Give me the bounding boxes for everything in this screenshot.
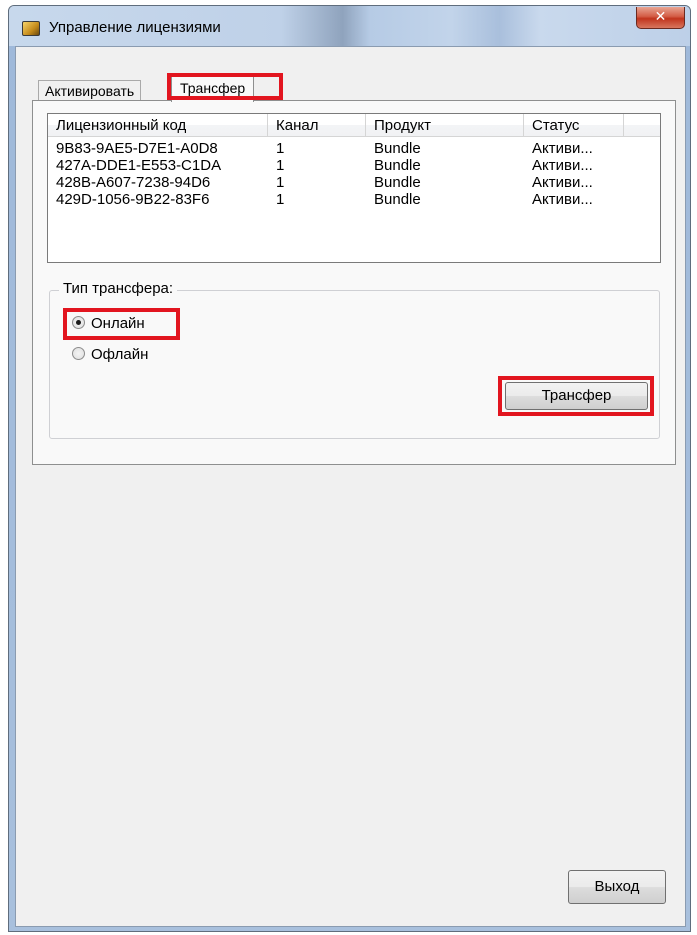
status-cell: Активи... — [532, 174, 593, 191]
transfer-tab-panel: Лицензионный код Канал Продукт Статус 9B… — [32, 100, 676, 465]
product-cell: Bundle — [374, 140, 421, 157]
close-button[interactable]: ✕ — [636, 7, 685, 29]
license-list[interactable]: Лицензионный код Канал Продукт Статус 9B… — [47, 113, 661, 263]
list-header: Лицензионный код Канал Продукт Статус — [48, 114, 660, 138]
radio-offline-label: Офлайн — [91, 346, 149, 363]
column-header-filler — [624, 114, 660, 137]
transfer-button[interactable]: Трансфер — [505, 382, 648, 410]
exit-button[interactable]: Выход — [568, 870, 666, 904]
license-code-cell: 427A-DDE1-E553-C1DA — [56, 157, 222, 174]
status-cell: Активи... — [532, 140, 593, 157]
license-code-cell: 429D-1056-9B22-83F6 — [56, 191, 210, 208]
radio-offline[interactable]: Офлайн — [72, 346, 148, 366]
column-header-product[interactable]: Продукт — [366, 114, 524, 137]
radio-online[interactable]: Онлайн — [72, 315, 145, 335]
transfer-type-label: Тип трансфера: — [59, 280, 178, 297]
channel-cell: 1 — [276, 174, 285, 191]
table-row[interactable]: 429D-1056-9B22-83F6 1 Bundle Активи... — [48, 191, 660, 208]
channel-cell: 1 — [276, 191, 285, 208]
status-cell: Активи... — [532, 191, 593, 208]
product-cell: Bundle — [374, 191, 421, 208]
app-icon — [22, 21, 40, 36]
license-management-window: Управление лицензиями ✕ Активировать Тра… — [8, 5, 691, 932]
list-rows: 9B83-9AE5-D7E1-A0D8 1 Bundle Активи... 4… — [48, 140, 660, 208]
table-row[interactable]: 9B83-9AE5-D7E1-A0D8 1 Bundle Активи... — [48, 140, 660, 157]
status-cell: Активи... — [532, 157, 593, 174]
column-header-status[interactable]: Статус — [524, 114, 624, 137]
radio-online-indicator[interactable] — [72, 315, 85, 329]
tab-strip: Активировать Трансфер — [16, 47, 685, 107]
window-client-area: Активировать Трансфер Лицензионный код К… — [15, 46, 686, 927]
product-cell: Bundle — [374, 157, 421, 174]
column-header-channel[interactable]: Канал — [268, 114, 366, 137]
column-header-license-code[interactable]: Лицензионный код — [48, 114, 268, 137]
radio-online-label: Онлайн — [91, 315, 145, 332]
table-row[interactable]: 428B-A607-7238-94D6 1 Bundle Активи... — [48, 174, 660, 191]
window-title: Управление лицензиями — [49, 19, 221, 36]
title-bar[interactable]: Управление лицензиями ✕ — [9, 6, 690, 46]
tab-activate[interactable]: Активировать — [38, 80, 142, 101]
channel-cell: 1 — [276, 157, 285, 174]
license-code-cell: 428B-A607-7238-94D6 — [56, 174, 211, 191]
license-code-cell: 9B83-9AE5-D7E1-A0D8 — [56, 140, 218, 157]
transfer-type-groupbox: Тип трансфера: Онлайн Офлайн Трансфер — [49, 280, 660, 439]
radio-offline-indicator[interactable] — [72, 346, 85, 360]
tab-transfer[interactable]: Трансфер — [171, 76, 255, 102]
product-cell: Bundle — [374, 174, 421, 191]
table-row[interactable]: 427A-DDE1-E553-C1DA 1 Bundle Активи... — [48, 157, 660, 174]
channel-cell: 1 — [276, 140, 285, 157]
